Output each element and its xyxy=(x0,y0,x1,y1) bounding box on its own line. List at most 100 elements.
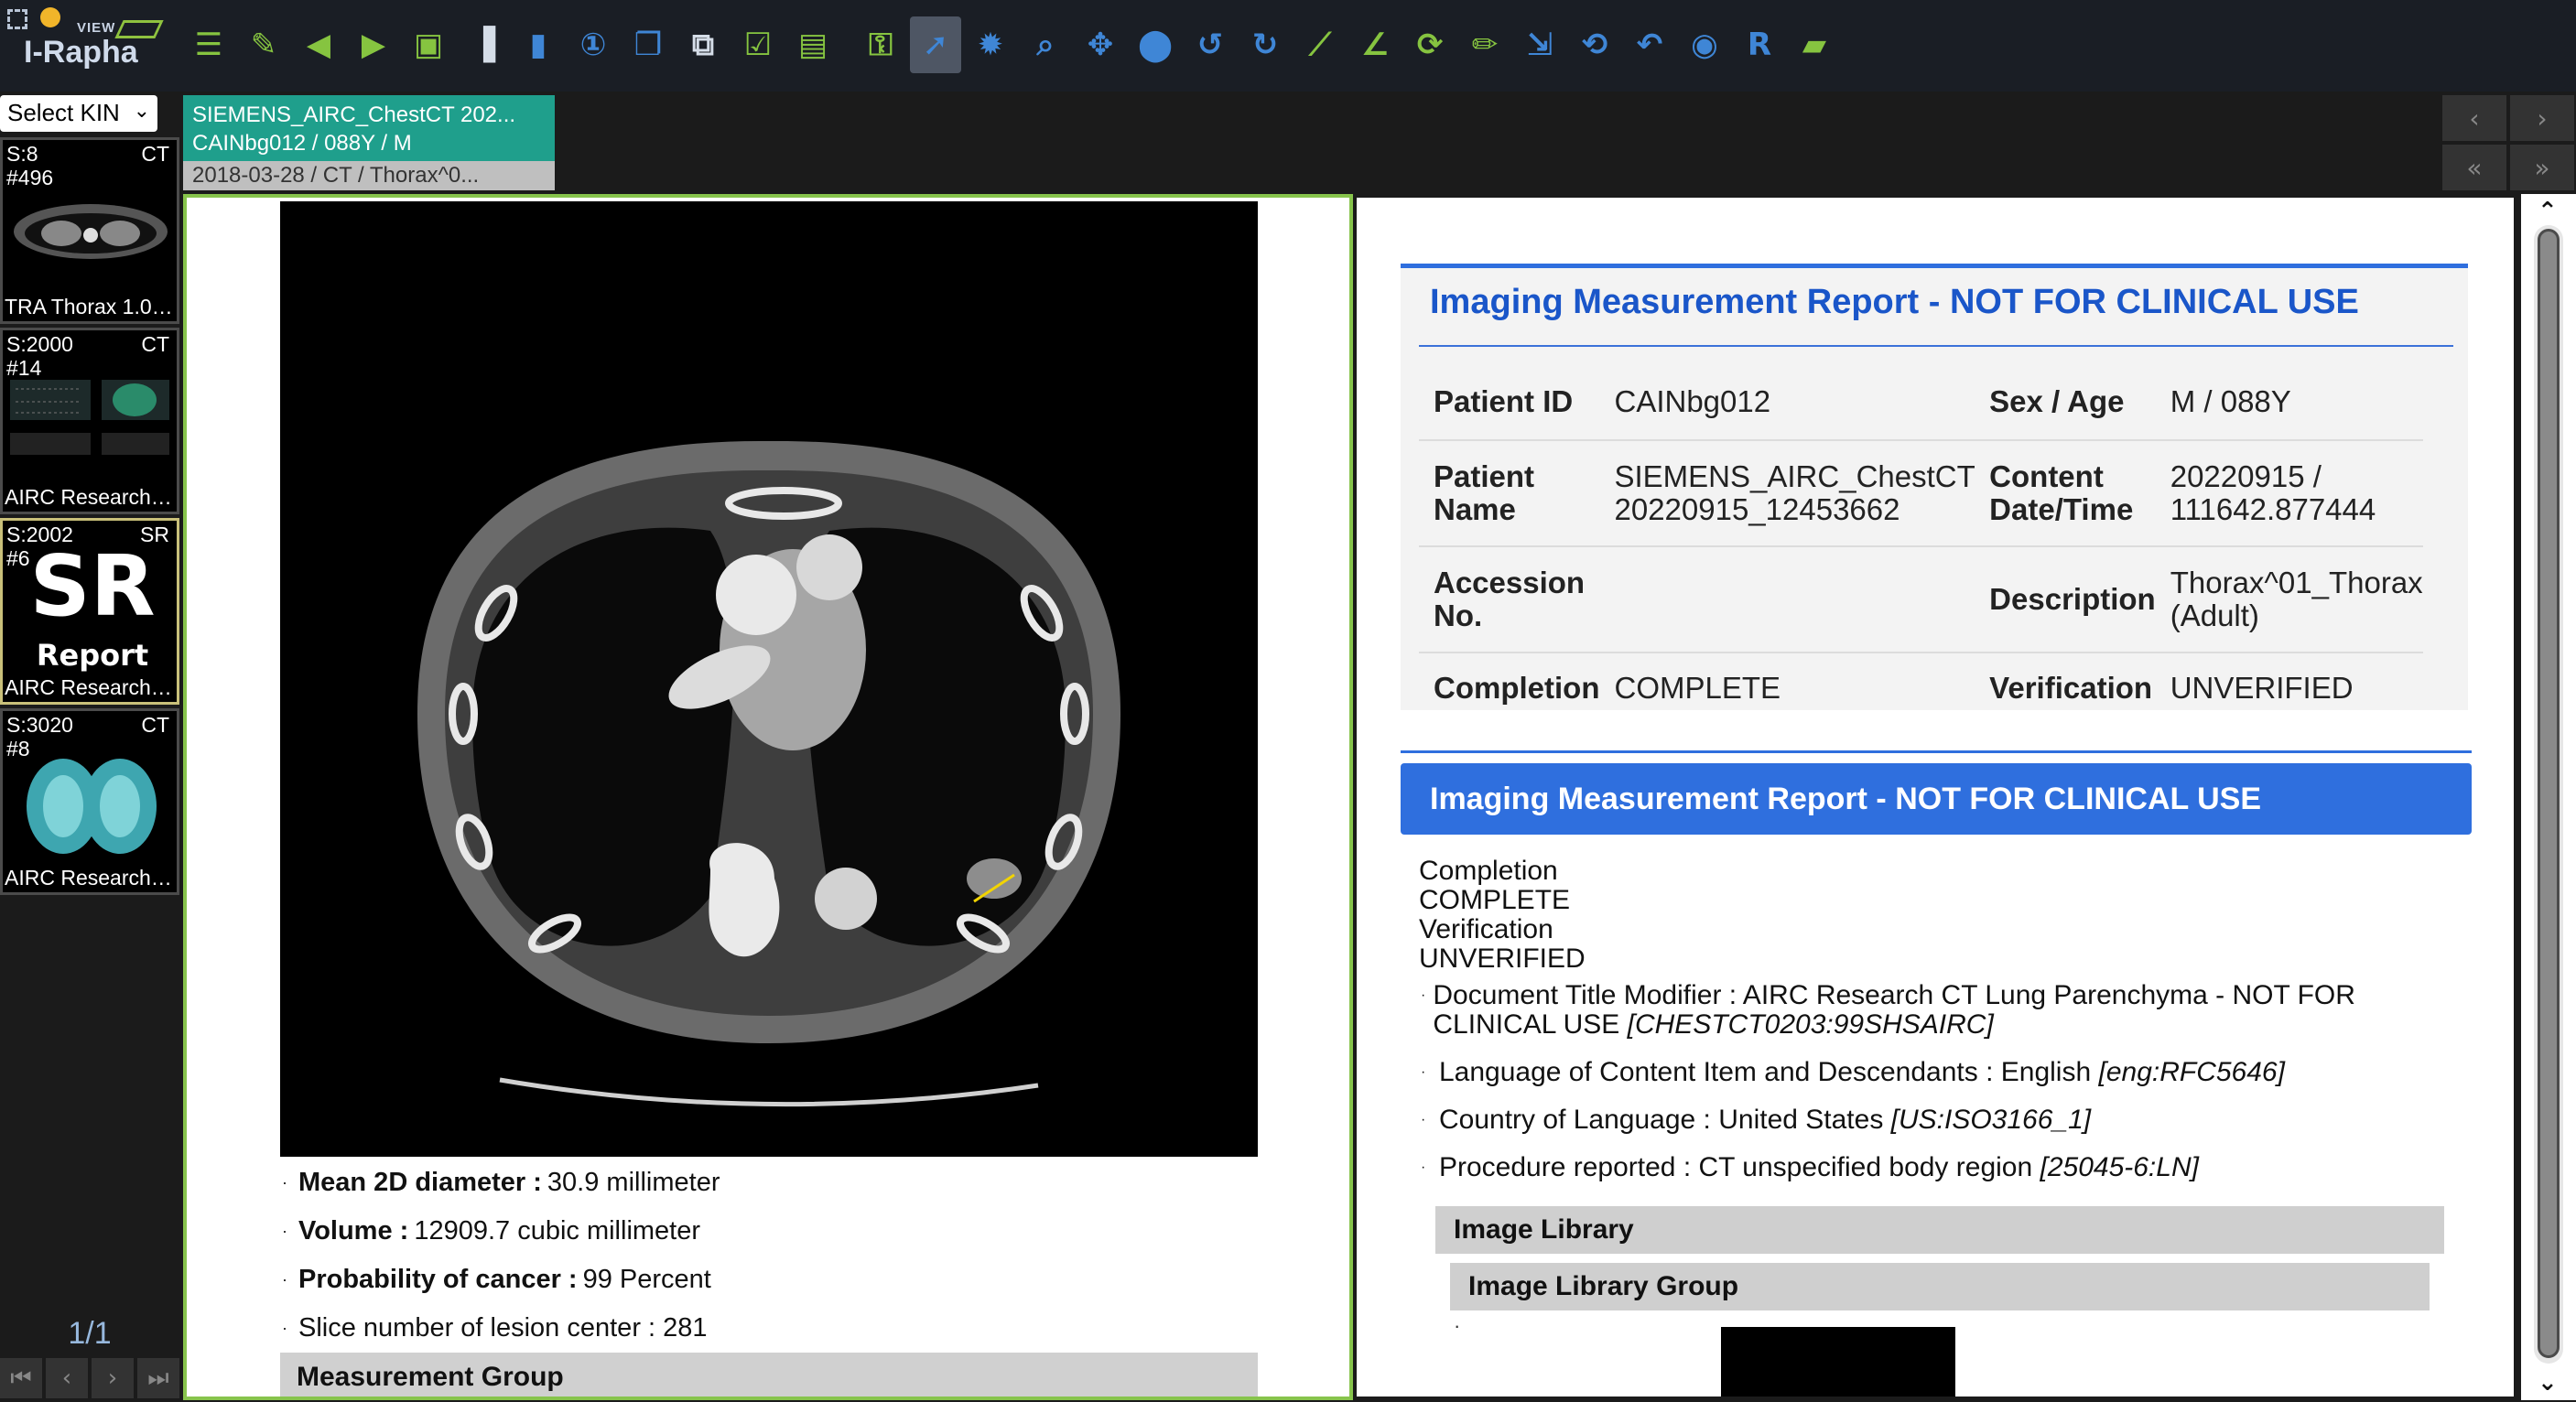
series-thumb-1[interactable]: S:8 #496 CT TRA Thorax 1.0 I... xyxy=(0,137,179,324)
measurement-list: · Mean 2D diameter :30.9 millimeter · Volu… xyxy=(282,1159,1289,1353)
report-item: · Procedure reported : CT unspecified bod… xyxy=(1421,1152,2199,1182)
report-key: Verification xyxy=(1989,670,2153,705)
report-key: Patient ID xyxy=(1419,363,1600,441)
angle-icon[interactable]: ∠ xyxy=(1349,16,1401,73)
report-value xyxy=(1599,546,1975,653)
measurement-label: Mean 2D diameter : xyxy=(298,1168,542,1197)
rotate-right-icon[interactable]: ↻ xyxy=(1239,16,1291,73)
measurement-value: 12909.7 cubic millimeter xyxy=(414,1216,701,1246)
report-viewport[interactable]: Imaging Measurement Report - NOT FOR CLI… xyxy=(1353,194,2517,1400)
study-tab[interactable]: SIEMENS_AIRC_ChestCT 202... CAINbg012 / … xyxy=(183,95,555,190)
list-icon[interactable]: ☰ xyxy=(183,16,234,73)
split-icon[interactable]: ▐ xyxy=(458,16,509,73)
rotate-left-icon[interactable]: ↺ xyxy=(1185,16,1236,73)
library-image-thumbnail[interactable] xyxy=(1721,1327,1955,1397)
series-thumb-2[interactable]: S:2000 #14 CT AIRC Research R... xyxy=(0,328,179,514)
report-item-list: · Document Title Modifier : AIRC Research… xyxy=(1421,981,2428,1201)
vl-icon[interactable]: ▣ xyxy=(403,16,454,73)
status-pairs: Completion COMPLETE Verification UNVERIF… xyxy=(1419,857,1586,974)
report-row: Completion COMPLETE Verification UNVERIF… xyxy=(1419,652,2423,722)
annotation-icon[interactable]: ▤ xyxy=(787,16,839,73)
prev-study-icon[interactable]: ‹ xyxy=(2442,95,2506,141)
prev-icon[interactable]: ◀ xyxy=(293,16,344,73)
pointer-icon[interactable]: ➚ xyxy=(910,16,961,73)
brand-logo: VIEW I-Rapha xyxy=(0,0,174,92)
measurement-label: Volume : xyxy=(298,1216,409,1246)
study-tab-line2: CAINbg012 / 088Y / M xyxy=(192,131,412,156)
one-icon[interactable]: ① xyxy=(568,16,619,73)
report-scrollbar[interactable]: ⌃ ⌄ xyxy=(2521,194,2576,1400)
first-study-icon[interactable]: « xyxy=(2442,145,2506,190)
camera-icon[interactable]: ◉ xyxy=(1679,16,1730,73)
window-icon[interactable]: ⧉ xyxy=(677,16,729,73)
export-icon[interactable]: ⇲ xyxy=(1514,16,1565,73)
image-viewport[interactable]: · Mean 2D diameter :30.9 millimeter · Volu… xyxy=(183,194,1353,1400)
series-modality: CT xyxy=(141,713,169,737)
section-divider xyxy=(1401,750,2472,753)
measurement-row: · Mean 2D diameter :30.9 millimeter xyxy=(282,1168,720,1197)
pair-line: Completion xyxy=(1419,856,1558,886)
measurement-group-header[interactable]: Measurement Group xyxy=(280,1353,1258,1397)
key-icon[interactable]: ⚿ xyxy=(855,16,906,73)
scroll-down-icon[interactable]: ⌄ xyxy=(2538,1369,2558,1397)
window-level-icon[interactable]: ✹ xyxy=(965,16,1016,73)
refresh-icon[interactable]: ⟲ xyxy=(1569,16,1620,73)
report-value: Thorax^01_Thorax (Adult) xyxy=(2155,546,2423,653)
toolbar: VIEW I-Rapha ☰ ✎ ◀ ▶ ▣ ▐ ▮ ① ❐ ⧉ ☑ ▤ ⚿ ➚… xyxy=(0,0,2576,92)
folder-icon[interactable]: ▰ xyxy=(1789,16,1840,73)
zoom-icon[interactable]: ⌕ xyxy=(1020,16,1071,73)
series-thumb-3[interactable]: S:2002 #6 SR SR Report AIRC Research S... xyxy=(0,518,179,705)
last-page-icon[interactable]: ⏭ xyxy=(137,1358,179,1398)
check-icon[interactable]: ☑ xyxy=(732,16,784,73)
report-item: · Document Title Modifier : AIRC Research… xyxy=(1421,980,2355,1040)
pan-icon[interactable]: ✥ xyxy=(1075,16,1126,73)
kin-select[interactable]: Select KIN ⌄ xyxy=(0,95,157,132)
prev-page-icon[interactable]: ‹ xyxy=(46,1358,88,1398)
image-library-header[interactable]: Image Library xyxy=(1435,1206,2444,1254)
report-key: Description xyxy=(1975,546,2156,653)
page-indicator: 1/1 xyxy=(68,1316,112,1351)
measurement-row: · Volume :12909.7 cubic millimeter xyxy=(282,1216,701,1246)
next-study-icon[interactable]: › xyxy=(2510,95,2574,141)
report-value: CAINbg012 xyxy=(1599,363,1975,441)
series-thumb-4[interactable]: S:3020 #8 CT AIRC Research P... xyxy=(0,708,179,895)
toolbar-group-1: ☰ ✎ ◀ ▶ ▣ ▐ ▮ ① ❐ ⧉ ☑ ▤ xyxy=(183,16,839,75)
first-page-icon[interactable]: ⏮ xyxy=(0,1358,42,1398)
scroll-thumb[interactable] xyxy=(2538,229,2560,1358)
series-label: AIRC Research P... xyxy=(5,866,177,890)
report-header-card: Imaging Measurement Report - NOT FOR CLI… xyxy=(1401,264,2468,710)
report-row: Patient ID CAINbg012 Sex / Age M / 088Y xyxy=(1419,363,2423,441)
layout-icon[interactable]: ▮ xyxy=(513,16,564,73)
last-study-icon[interactable]: » xyxy=(2510,145,2574,190)
next-page-icon[interactable]: › xyxy=(92,1358,134,1398)
fullscreen-icon[interactable] xyxy=(7,9,27,29)
brand-view-text: VIEW xyxy=(77,20,116,36)
measure-icon[interactable]: ✏ xyxy=(1459,16,1510,73)
series-modality: CT xyxy=(141,142,169,166)
section-title-bar[interactable]: Imaging Measurement Report - NOT FOR CLI… xyxy=(1401,763,2472,835)
r-icon[interactable]: R xyxy=(1734,16,1785,73)
report-row: Patient Name SIEMENS_AIRC_ChestCT 202209… xyxy=(1419,440,2423,547)
undo-icon[interactable]: ↶ xyxy=(1624,16,1675,73)
next-icon[interactable]: ▶ xyxy=(348,16,399,73)
ruler-icon[interactable]: ⟋ xyxy=(1294,16,1346,73)
report-value: 20220915 / 111642.877444 xyxy=(2155,440,2423,547)
report-summary-table: Patient ID CAINbg012 Sex / Age M / 088Y … xyxy=(1419,363,2423,722)
report-key: Accession No. xyxy=(1419,546,1600,653)
report-row: Accession No. Description Thorax^01_Thor… xyxy=(1419,546,2423,653)
ct-image[interactable] xyxy=(280,201,1258,1157)
pair-line: UNVERIFIED xyxy=(1419,944,1586,974)
reset-icon[interactable]: ⟳ xyxy=(1404,16,1456,73)
measurement-label: Probability of cancer : xyxy=(298,1265,578,1294)
report-title-divider xyxy=(1419,345,2453,347)
edit-icon[interactable]: ✎ xyxy=(238,16,289,73)
scroll-up-icon[interactable]: ⌃ xyxy=(2538,198,2558,225)
stack-icon[interactable]: ❐ xyxy=(622,16,674,73)
measurement-value: 30.9 millimeter xyxy=(547,1168,720,1197)
kin-select-label: Select KIN xyxy=(7,99,120,126)
toolbar-group-2: ⚿ ➚ ✹ ⌕ ✥ ⬤ ↺ ↻ ⟋ ∠ ⟳ ✏ ⇲ ⟲ ↶ ◉ R ▰ xyxy=(855,16,1840,75)
report-item: · Language of Content Item and Descendant… xyxy=(1421,1057,2285,1087)
fit-icon[interactable]: ⬤ xyxy=(1130,16,1181,73)
theme-icon[interactable] xyxy=(40,7,60,27)
image-library-group-header[interactable]: Image Library Group xyxy=(1450,1263,2430,1310)
